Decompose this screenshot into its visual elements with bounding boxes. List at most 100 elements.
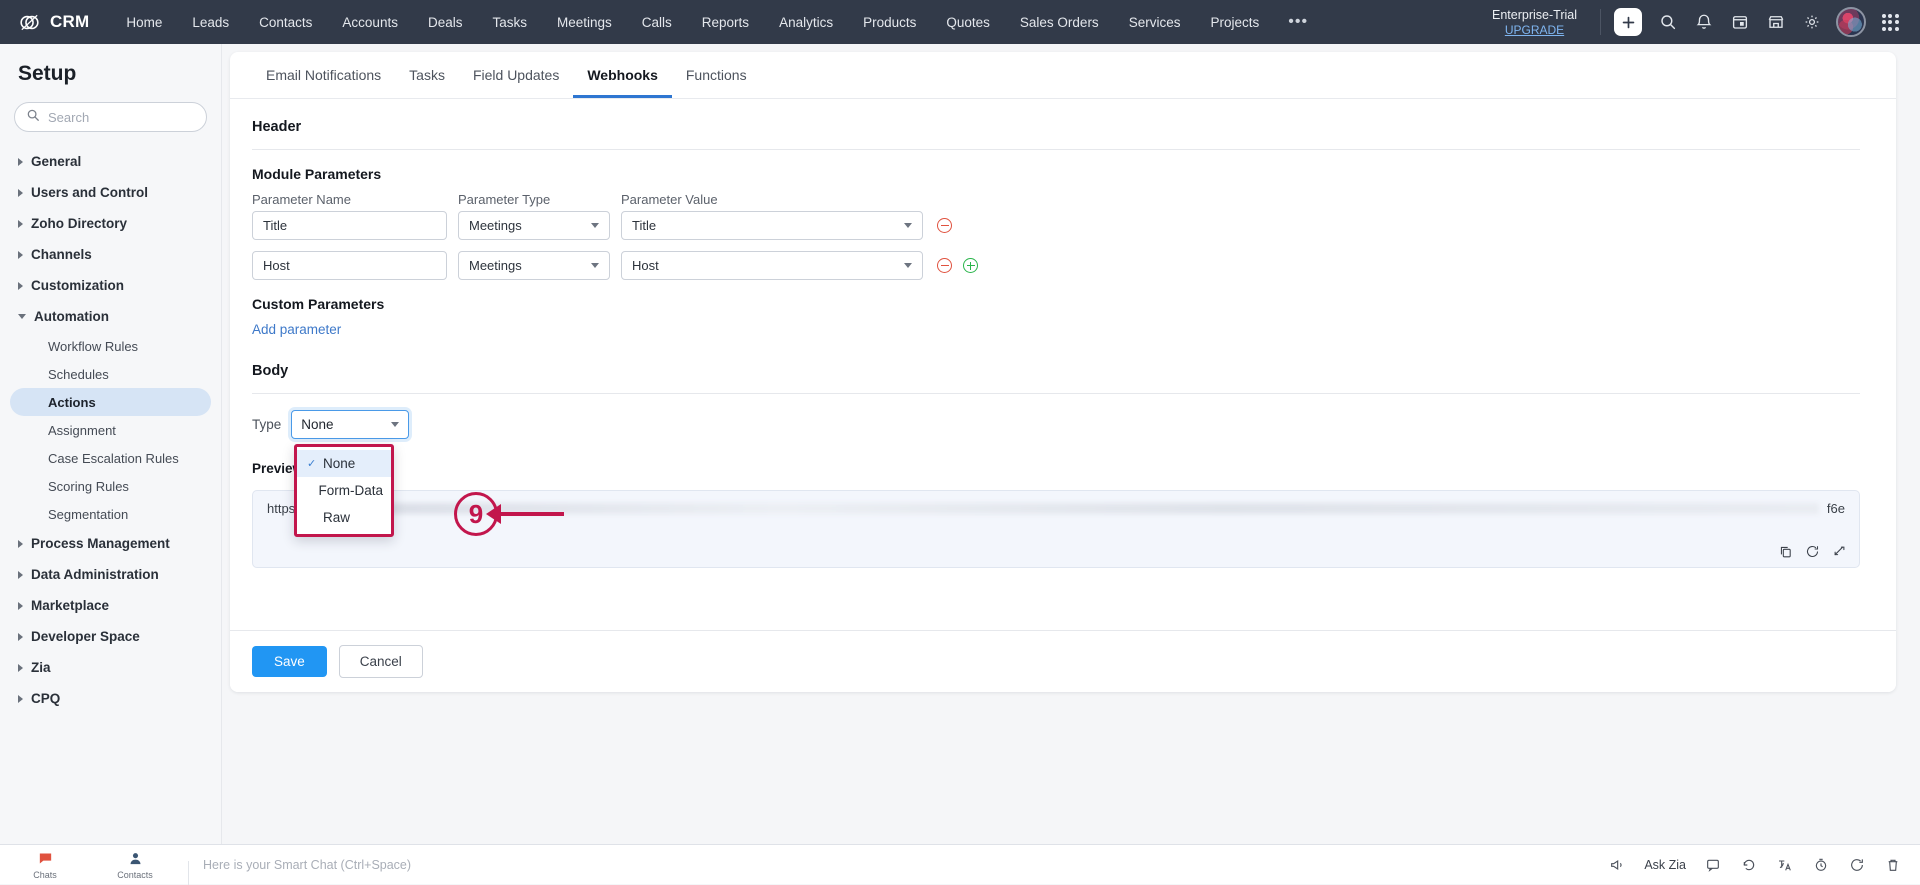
sidebar-item-actions[interactable]: Actions [10,388,211,416]
tab-tasks[interactable]: Tasks [395,52,459,98]
dropdown-option-label: Form-Data [318,483,383,498]
feedback-icon[interactable] [1696,851,1730,879]
sidebar-item-marketplace[interactable]: Marketplace [0,590,221,621]
parameter-name-input[interactable]: Host [252,251,447,280]
parameter-type-select[interactable]: Meetings [458,251,610,280]
remove-parameter-icon[interactable] [937,218,952,233]
parameter-value-select[interactable]: Title [621,211,923,240]
annotation-arrow-icon [500,512,564,516]
upgrade-link[interactable]: UPGRADE [1492,24,1577,38]
nav-link-sales-orders[interactable]: Sales Orders [1005,9,1114,36]
sidebar-item-process-management[interactable]: Process Management [0,528,221,559]
nav-link-tasks[interactable]: Tasks [477,9,542,36]
taskbar-chats-button[interactable]: Chats [0,845,90,885]
refresh-icon[interactable] [1805,544,1820,559]
nav-link-accounts[interactable]: Accounts [327,9,413,36]
sidebar-item-schedules[interactable]: Schedules [10,360,211,388]
dropdown-option-none[interactable]: ✓ None [297,450,391,477]
parameter-value-text: Host [632,258,659,273]
sidebar-item-customization[interactable]: Customization [0,270,221,301]
nav-divider [1600,9,1601,35]
dropdown-option-raw[interactable]: Raw [297,504,391,531]
refresh-icon[interactable] [1840,851,1874,879]
save-button[interactable]: Save [252,646,327,677]
nav-link-home[interactable]: Home [111,9,177,36]
sidebar-item-zoho-directory[interactable]: Zoho Directory [0,208,221,239]
plus-icon[interactable] [1614,8,1642,36]
sidebar-item-segmentation[interactable]: Segmentation [10,500,211,528]
chevron-right-icon [18,251,23,259]
timer-icon[interactable] [1804,851,1838,879]
search-input[interactable] [48,110,195,125]
preview-url-end: f6e [1827,501,1845,516]
parameter-value-select[interactable]: Host [621,251,923,280]
nav-link-deals[interactable]: Deals [413,9,478,36]
webhook-settings-card: Email Notifications Tasks Field Updates … [230,52,1896,692]
smart-chat-input[interactable]: Here is your Smart Chat (Ctrl+Space) [197,858,1600,872]
sidebar-item-cpq[interactable]: CPQ [0,683,221,714]
sidebar-item-data-administration[interactable]: Data Administration [0,559,221,590]
nav-link-contacts[interactable]: Contacts [244,9,327,36]
copy-icon[interactable] [1778,544,1793,559]
sidebar-item-zia[interactable]: Zia [0,652,221,683]
nav-link-meetings[interactable]: Meetings [542,9,627,36]
add-parameter-link[interactable]: Add parameter [252,322,1860,337]
remove-parameter-icon[interactable] [937,258,952,273]
add-parameter-icon[interactable] [963,258,978,273]
taskbar-contacts-button[interactable]: Contacts [90,845,180,885]
tab-email-notifications[interactable]: Email Notifications [252,52,395,98]
calendar-icon[interactable] [1724,6,1756,38]
table-row: Title Meetings Title [252,211,1860,240]
nav-more-button[interactable]: ••• [1274,7,1322,37]
bell-icon[interactable] [1688,6,1720,38]
expand-icon[interactable] [1832,544,1847,559]
translate-icon[interactable] [1768,851,1802,879]
sidebar-item-general[interactable]: General [0,146,221,177]
body-section-title: Body [252,363,1860,379]
chevron-right-icon [18,695,23,703]
sidebar-item-automation[interactable]: Automation [0,301,221,332]
trash-icon[interactable] [1876,851,1910,879]
body-type-select[interactable]: None [291,410,409,439]
sidebar-item-label: Developer Space [31,629,140,644]
sidebar-item-channels[interactable]: Channels [0,239,221,270]
brand-logo[interactable]: CRM [18,11,89,34]
chevron-right-icon [18,602,23,610]
tab-field-updates[interactable]: Field Updates [459,52,573,98]
nav-link-leads[interactable]: Leads [177,9,244,36]
sidebar-item-label: General [31,154,81,169]
gear-icon[interactable] [1796,6,1828,38]
avatar[interactable] [1836,7,1866,37]
parameter-name-input[interactable]: Title [252,211,447,240]
zoho-crm-logo-icon [18,11,41,34]
tab-webhooks[interactable]: Webhooks [573,52,672,98]
nav-link-reports[interactable]: Reports [687,9,764,36]
sidebar-item-assignment[interactable]: Assignment [10,416,211,444]
sidebar-item-users-and-control[interactable]: Users and Control [0,177,221,208]
search-icon[interactable] [1652,6,1684,38]
sidebar-item-case-escalation-rules[interactable]: Case Escalation Rules [10,444,211,472]
chevron-right-icon [18,158,23,166]
announcement-icon[interactable] [1600,851,1634,879]
sidebar-search-box[interactable] [14,102,207,132]
sidebar-item-scoring-rules[interactable]: Scoring Rules [10,472,211,500]
nav-link-products[interactable]: Products [848,9,931,36]
parameter-type-select[interactable]: Meetings [458,211,610,240]
nav-link-projects[interactable]: Projects [1195,9,1274,36]
nav-link-services[interactable]: Services [1114,9,1196,36]
step-annotation: 9 [454,492,564,536]
undo-icon[interactable] [1732,851,1766,879]
cancel-button[interactable]: Cancel [339,645,423,678]
nav-link-analytics[interactable]: Analytics [764,9,848,36]
tab-functions[interactable]: Functions [672,52,761,98]
taskbar-chip-label: Contacts [117,870,153,880]
ask-zia-button[interactable]: Ask Zia [1636,858,1694,872]
dropdown-option-form-data[interactable]: Form-Data [297,477,391,504]
store-icon[interactable] [1760,6,1792,38]
sidebar-item-developer-space[interactable]: Developer Space [0,621,221,652]
column-header-parameter-type: Parameter Type [458,192,621,207]
nav-link-quotes[interactable]: Quotes [931,9,1005,36]
app-grid-icon[interactable] [1874,6,1906,38]
nav-link-calls[interactable]: Calls [627,9,687,36]
sidebar-item-workflow-rules[interactable]: Workflow Rules [10,332,211,360]
